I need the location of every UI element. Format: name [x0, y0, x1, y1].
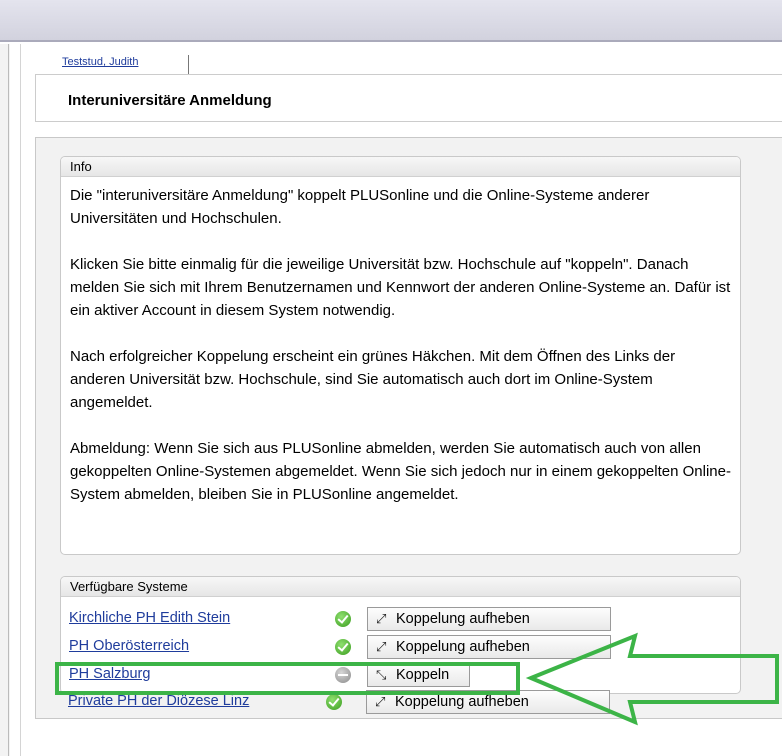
- button-label: Koppelung aufheben: [396, 639, 530, 655]
- button-label: Koppelung aufheben: [395, 694, 529, 710]
- info-paragraph: Abmeldung: Wenn Sie sich aus PLUSonline …: [70, 440, 731, 503]
- check-icon: [335, 639, 351, 655]
- minus-icon: [335, 667, 351, 683]
- system-link-kirchliche-ph-edith-stein[interactable]: Kirchliche PH Edith Stein: [69, 610, 230, 626]
- info-paragraph: Nach erfolgreicher Koppelung erscheint e…: [70, 348, 676, 411]
- info-paragraph: Klicken Sie bitte einmalig für die jewei…: [70, 256, 731, 319]
- check-icon: [326, 694, 342, 710]
- systems-box: Verfügbare Systeme Kirchliche PH Edith S…: [60, 576, 741, 694]
- left-frame-divider-inner: [20, 44, 21, 756]
- button-label: Koppelung aufheben: [396, 611, 530, 627]
- info-paragraph: Die "interuniversitäre Anmeldung" koppel…: [70, 187, 650, 227]
- check-icon: [335, 611, 351, 627]
- collapse-icon: ⤡: [376, 667, 387, 682]
- user-tab-link[interactable]: Teststud, Judith: [62, 56, 138, 68]
- info-box-body: Die "interuniversitäre Anmeldung" koppel…: [61, 177, 740, 506]
- page-title: Interuniversitäre Anmeldung: [68, 92, 272, 109]
- left-frame-divider: [8, 44, 9, 756]
- decouple-button[interactable]: ⤢ Koppelung aufheben: [366, 690, 610, 714]
- expand-icon: ⤢: [376, 611, 387, 626]
- expand-icon: ⤢: [376, 639, 387, 654]
- system-link-ph-salzburg[interactable]: PH Salzburg: [69, 666, 150, 682]
- expand-icon: ⤢: [375, 694, 386, 709]
- system-row: Private PH der Diözese Linz ⤢ Koppelung a…: [68, 690, 742, 714]
- page-header: Interuniversitäre Anmeldung: [35, 74, 782, 122]
- couple-button[interactable]: ⤡ Koppeln: [367, 663, 470, 687]
- top-bar: [0, 0, 782, 42]
- button-label: Koppeln: [396, 667, 450, 683]
- system-link-ph-oberoesterreich[interactable]: PH Oberösterreich: [69, 638, 189, 654]
- systems-box-title: Verfügbare Systeme: [61, 577, 740, 597]
- info-box-title: Info: [61, 157, 740, 177]
- decouple-button[interactable]: ⤢ Koppelung aufheben: [367, 635, 611, 659]
- decouple-button[interactable]: ⤢ Koppelung aufheben: [367, 607, 611, 631]
- user-tab[interactable]: Teststud, Judith: [60, 55, 189, 75]
- system-link-private-ph-dioezese-linz[interactable]: Private PH der Diözese Linz: [68, 693, 249, 709]
- info-box: Info Die "interuniversitäre Anmeldung" k…: [60, 156, 741, 555]
